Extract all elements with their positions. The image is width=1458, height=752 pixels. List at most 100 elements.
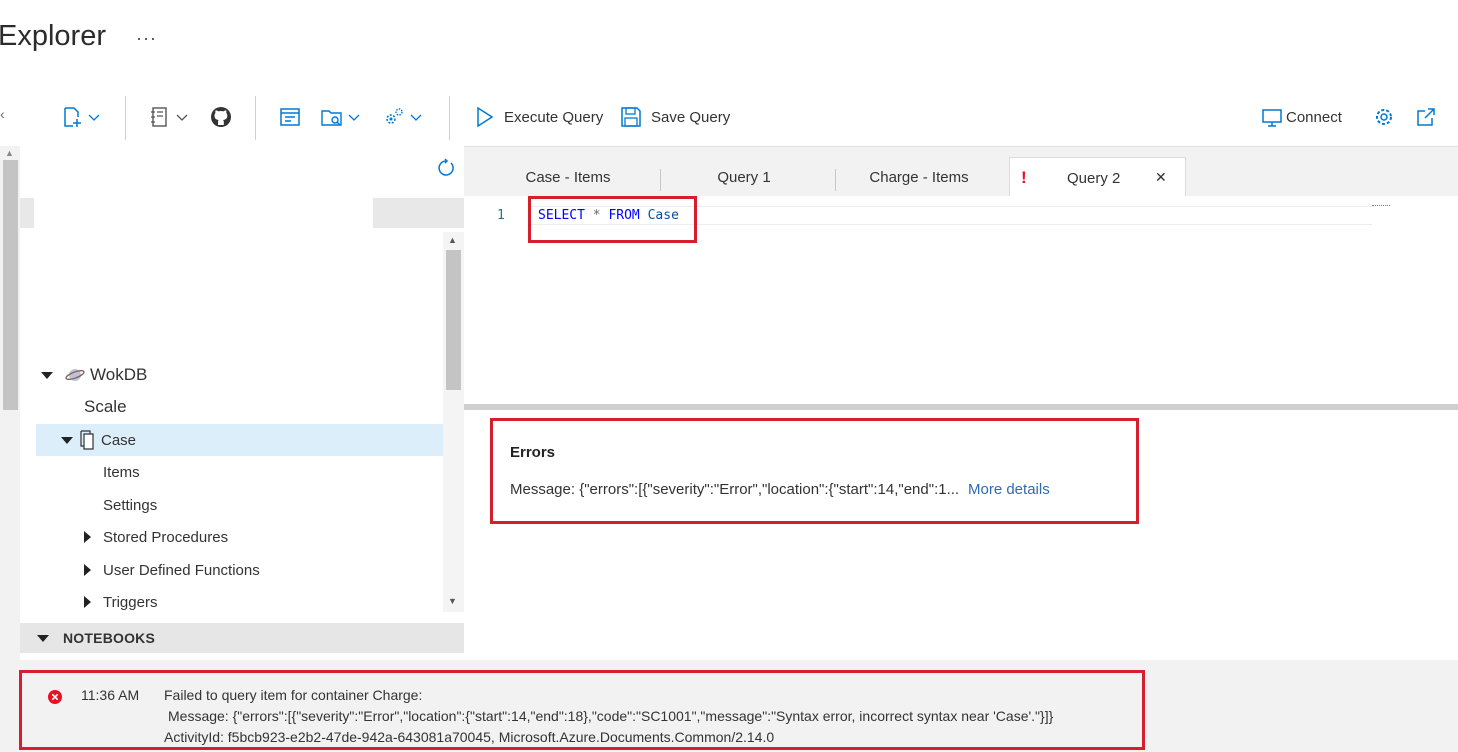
container-label: Case <box>101 431 137 449</box>
tab-label: Charge - Items <box>869 168 969 186</box>
toolbar-divider <box>449 96 450 140</box>
github-button[interactable] <box>209 100 233 134</box>
notification-message: Message: {"errors":[{"severity":"Error",… <box>168 708 1054 724</box>
github-icon <box>211 107 231 127</box>
chevron-down-icon <box>176 114 188 121</box>
tab-case-items[interactable]: Case - Items <box>488 157 648 197</box>
save-query-label: Save Query <box>651 108 731 126</box>
tree-item-stored-procedures[interactable]: Stored Procedures <box>36 521 443 553</box>
close-icon[interactable]: ✕ <box>1155 169 1167 186</box>
tree-item-settings[interactable]: Settings <box>36 489 443 521</box>
scroll-up-arrow-icon[interactable]: ▲ <box>5 148 14 158</box>
notification-entry: 11:36 AM Failed to query item for contai… <box>19 670 1145 750</box>
tab-divider <box>660 169 661 191</box>
container-icon <box>80 430 94 450</box>
line-number: 1 <box>497 208 505 223</box>
scrollbar-thumb[interactable] <box>3 160 18 410</box>
chevron-down-icon <box>88 114 100 121</box>
tree-item-database[interactable]: WokDB <box>36 359 443 391</box>
expand-caret-icon[interactable] <box>37 634 49 642</box>
expand-caret-icon[interactable] <box>41 371 53 379</box>
connect-button[interactable]: Connect <box>1260 100 1342 134</box>
stored-procedures-label: Stored Procedures <box>103 528 229 546</box>
gears-icon <box>386 108 403 124</box>
toolbar-divider <box>125 96 126 140</box>
scroll-up-arrow-icon[interactable]: ▲ <box>448 235 457 245</box>
tab-divider <box>835 169 836 191</box>
tab-query-2[interactable]: ! Query 2 ✕ <box>1009 157 1186 197</box>
new-container-dropdown[interactable] <box>60 100 100 134</box>
items-label: Items <box>103 463 140 481</box>
settings-button[interactable] <box>1372 100 1396 134</box>
error-message: Message: {"errors":[{"severity":"Error",… <box>510 481 960 498</box>
more-options-ellipsis[interactable]: ··· <box>136 28 157 49</box>
settings-gears-dropdown[interactable] <box>382 100 422 134</box>
connect-label: Connect <box>1286 108 1342 126</box>
notification-console: 11:36 AM Failed to query item for contai… <box>0 660 1458 752</box>
scale-label: Scale <box>84 397 127 416</box>
open-external-icon <box>1417 108 1435 126</box>
command-bar: ‹ Execute Query Save Query Connect <box>0 94 1458 140</box>
udfs-label: User Defined Functions <box>103 561 260 579</box>
notification-title: Failed to query item for container Charg… <box>164 687 423 703</box>
collapse-left-icon[interactable]: ‹ <box>0 106 5 122</box>
open-fullscreen-button[interactable] <box>1414 100 1438 134</box>
execute-query-button[interactable]: Execute Query <box>472 100 603 134</box>
query-highlight-box <box>528 196 697 243</box>
chevron-down-icon <box>410 114 422 121</box>
refresh-icon[interactable] <box>436 158 456 178</box>
search-box-edge <box>20 198 34 228</box>
open-query-dropdown[interactable] <box>320 100 360 134</box>
database-label: WokDB <box>90 365 148 384</box>
page-title: Explorer <box>0 20 106 52</box>
terminal-icon <box>280 108 300 126</box>
chevron-down-icon <box>348 114 360 121</box>
sidebar-scrollbar[interactable]: ▲ <box>0 146 20 660</box>
settings-label: Settings <box>103 496 158 514</box>
notification-time: 11:36 AM <box>81 687 140 703</box>
error-exclamation-icon: ! <box>1021 168 1027 187</box>
open-terminal-button[interactable] <box>278 100 302 134</box>
tree-item-scale[interactable]: Scale <box>36 391 443 423</box>
tree-scrollbar[interactable]: ▲ ▼ <box>443 232 464 612</box>
query-editor[interactable]: 1 SELECT * FROM Case <box>464 196 1458 404</box>
tab-label: Query 1 <box>717 168 771 186</box>
tab-charge-items[interactable]: Charge - Items <box>839 157 999 197</box>
search-box[interactable] <box>373 198 464 228</box>
toolbar-divider <box>255 96 256 140</box>
tree-item-container[interactable]: Case <box>36 424 443 456</box>
expand-caret-icon[interactable] <box>84 564 91 576</box>
tab-query-1[interactable]: Query 1 <box>664 157 824 197</box>
tree-item-items[interactable]: Items <box>36 456 443 488</box>
new-notebook-dropdown[interactable] <box>148 100 188 134</box>
folder-search-icon <box>321 110 342 126</box>
scroll-down-arrow-icon[interactable]: ▼ <box>448 596 457 606</box>
results-pane: Errors Message: {"errors":[{"severity":"… <box>464 410 1458 660</box>
tree-item-udfs[interactable]: User Defined Functions <box>36 554 443 586</box>
tab-label: Case - Items <box>525 168 611 186</box>
more-details-link[interactable]: More details <box>968 481 1050 498</box>
notebook-icon <box>151 107 167 127</box>
triggers-label: Triggers <box>103 593 158 611</box>
query-tabs-bar: Case - Items Query 1 Charge - Items ! Qu… <box>464 146 1458 197</box>
minimap-marker <box>1372 205 1390 207</box>
tree-item-triggers[interactable]: Triggers <box>36 586 443 618</box>
execute-query-label: Execute Query <box>504 108 604 126</box>
notification-activity-id: ActivityId: f5bcb923-e2b2-47de-942a-6430… <box>164 729 775 745</box>
database-planet-icon <box>65 369 85 381</box>
notebooks-section-header[interactable]: NOTEBOOKS <box>20 623 464 653</box>
notebooks-label: NOTEBOOKS <box>63 630 156 646</box>
tab-label: Query 2 <box>1067 170 1121 187</box>
monitor-icon <box>1262 109 1282 127</box>
expand-caret-icon[interactable] <box>84 596 91 608</box>
save-query-button[interactable]: Save Query <box>619 100 730 134</box>
save-icon <box>621 107 641 127</box>
expand-caret-icon[interactable] <box>84 531 91 543</box>
play-icon <box>477 106 494 128</box>
scrollbar-thumb[interactable] <box>446 250 461 390</box>
expand-caret-icon[interactable] <box>61 436 73 444</box>
errors-panel: Errors Message: {"errors":[{"severity":"… <box>490 418 1139 524</box>
gear-icon <box>1376 109 1392 125</box>
new-container-icon <box>64 107 81 127</box>
errors-title: Errors <box>510 444 556 461</box>
